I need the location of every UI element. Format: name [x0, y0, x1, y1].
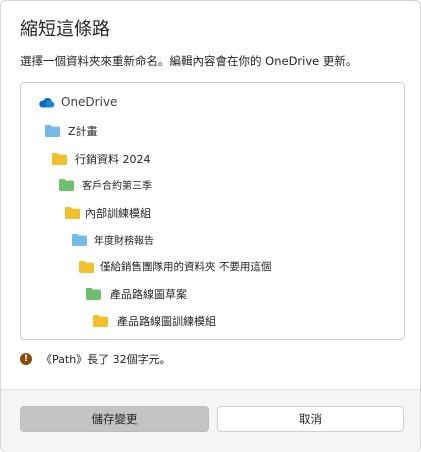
folder-label: 產品路線圖草案: [110, 288, 187, 301]
tree-folder-item[interactable]: 行銷資料 2024: [52, 151, 151, 167]
dialog-footer: 儲存變更 取消: [1, 389, 420, 452]
folder-icon: [79, 260, 94, 273]
rename-dialog: 縮短這條路 選擇一個資料夾來重新命名。編輯內容會在你的 OneDrive 更新。…: [0, 0, 421, 452]
folder-icon: [59, 178, 74, 191]
tree-folder-item[interactable]: 內部訓練模組: [65, 205, 151, 221]
folder-label: 年度財務報告: [94, 236, 154, 247]
warning-icon: !: [20, 353, 32, 365]
folder-label: 僅給銷售團隊用的資料夾 不要用這個: [100, 261, 272, 273]
folder-icon: [45, 125, 60, 137]
tree-folder-item[interactable]: 僅給銷售團隊用的資料夾 不要用這個: [79, 259, 271, 274]
folder-label: 內部訓練模組: [85, 207, 151, 220]
folder-label: 客戶合約第三季: [82, 181, 152, 192]
tree-folder-item[interactable]: 年度財務報告: [72, 232, 154, 247]
dialog-title: 縮短這條路: [20, 19, 110, 40]
cloud-icon: [39, 97, 55, 107]
tree-root-label: OneDrive: [61, 95, 118, 109]
folder-label: Z計畫: [68, 125, 98, 138]
save-changes-button[interactable]: 儲存變更: [20, 406, 209, 432]
tree-folder-item[interactable]: 客戶合約第三季: [59, 177, 152, 192]
folder-icon: [65, 207, 80, 219]
folder-icon: [86, 288, 101, 300]
tree-root-onedrive[interactable]: OneDrive: [38, 95, 117, 109]
tree-folder-item[interactable]: 產品路線圖訓練模組: [93, 313, 216, 329]
tree-folder-item[interactable]: Z計畫: [45, 123, 98, 139]
cancel-button[interactable]: 取消: [217, 406, 404, 432]
folder-icon: [72, 233, 87, 246]
folder-label: 行銷資料 2024: [75, 153, 151, 166]
folder-path-tree: OneDrive Z計畫 行銷資料 2024 客戶合約第三季 內部訓練模組 年度…: [20, 82, 405, 340]
warning-text: 《Path》長了 32個字元。: [41, 353, 171, 366]
folder-icon: [93, 315, 108, 327]
path-length-warning: ! 《Path》長了 32個字元。: [20, 351, 171, 367]
folder-icon: [52, 153, 67, 165]
dialog-subtitle: 選擇一個資料夾來重新命名。編輯內容會在你的 OneDrive 更新。: [20, 54, 358, 68]
folder-label: 產品路線圖訓練模組: [117, 315, 216, 328]
tree-folder-item[interactable]: 產品路線圖草案: [86, 286, 187, 302]
